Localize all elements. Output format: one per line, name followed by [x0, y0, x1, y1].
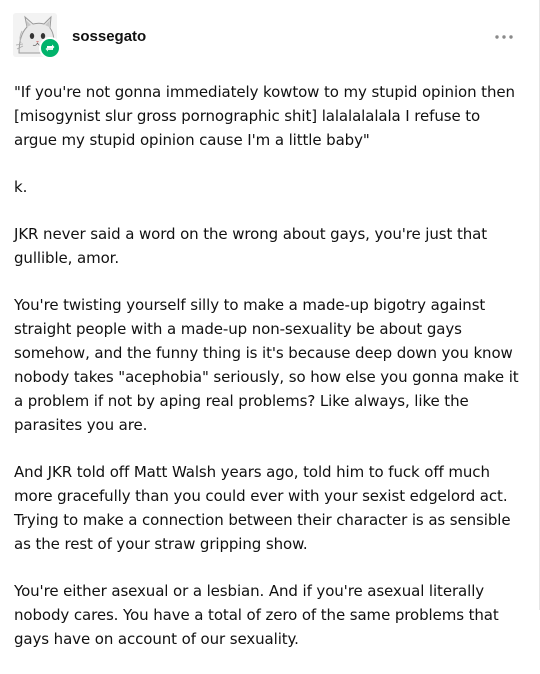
- ellipsis-icon: [495, 35, 513, 39]
- post-paragraph: And JKR told off Matt Walsh years ago, t…: [14, 463, 511, 553]
- post-paragraph: You're twisting yourself silly to make a…: [14, 296, 519, 434]
- username[interactable]: sossegato: [72, 28, 146, 46]
- avatar[interactable]: [13, 13, 61, 59]
- post-paragraph: k.: [14, 178, 28, 196]
- more-options-button[interactable]: [491, 27, 517, 47]
- post-card: sossegato "If you're not gonna immediate…: [0, 0, 540, 648]
- post-paragraph: "If you're not gonna immediately kowtow …: [14, 83, 515, 149]
- post-body: "If you're not gonna immediately kowtow …: [14, 80, 519, 674]
- post-header: sossegato: [13, 13, 523, 61]
- reblog-icon: [39, 37, 61, 59]
- post-paragraph: You're either asexual or a lesbian. And …: [14, 582, 499, 648]
- post-paragraph: JKR never said a word on the wrong about…: [14, 225, 488, 267]
